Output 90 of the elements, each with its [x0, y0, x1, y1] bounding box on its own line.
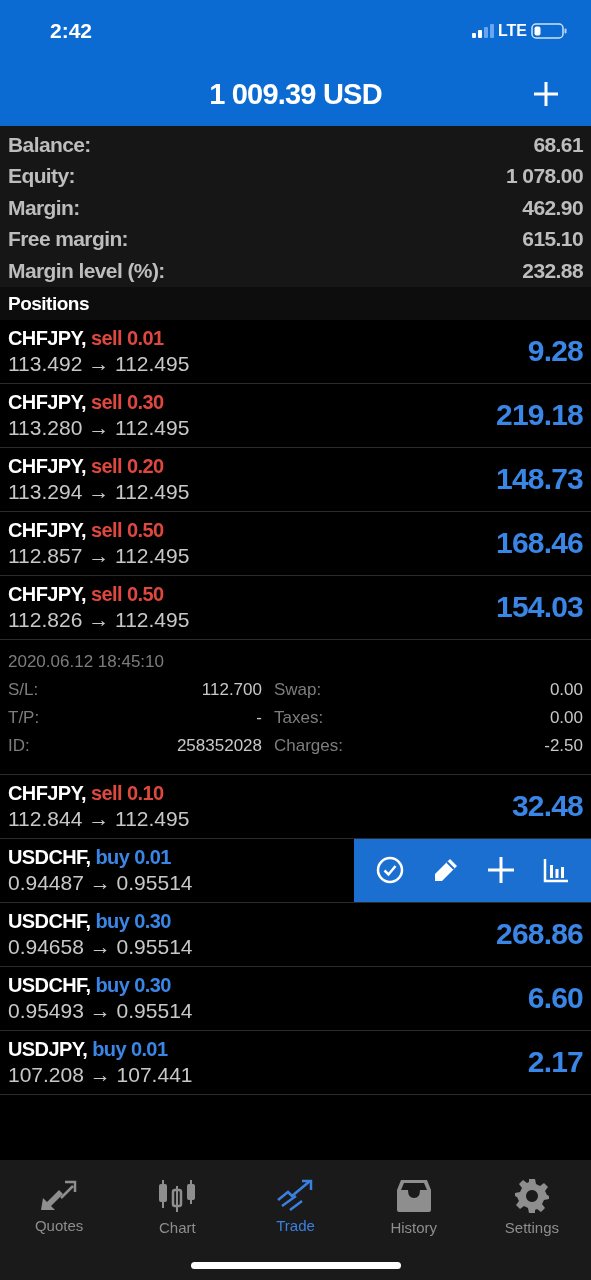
order-label: buy 0.01	[95, 845, 171, 869]
position-row[interactable]: CHFJPY, sell 0.01 113.492 → 112.495 9.28	[0, 319, 591, 384]
bar-chart-icon[interactable]	[543, 857, 570, 883]
summary-value: 68.61	[533, 132, 583, 157]
symbol-label: CHFJPY,	[8, 326, 87, 350]
order-label: sell 0.50	[91, 518, 164, 542]
detail-value: 0.00	[549, 678, 583, 701]
price-label: 113.492 → 112.495	[8, 351, 190, 376]
detail-value: 112.700	[201, 678, 262, 701]
detail-label: S/L:	[8, 678, 39, 701]
detail-value: 258352028	[176, 734, 262, 757]
settings-icon	[513, 1178, 550, 1214]
position-row[interactable]: USDCHF, buy 0.01 0.94487 → 0.95514	[0, 838, 591, 903]
price-label: 0.95493 → 0.95514	[8, 998, 193, 1023]
nav-tab[interactable]: History	[354, 1178, 473, 1236]
detail-label: Swap:	[274, 678, 322, 701]
symbol-label: CHFJPY,	[8, 454, 87, 478]
symbol-label: USDCHF,	[8, 973, 91, 997]
order-label: sell 0.30	[91, 390, 164, 414]
profit-value: 268.86	[496, 917, 583, 951]
price-label: 113.294 → 112.495	[8, 479, 190, 504]
order-label: buy 0.01	[92, 1037, 168, 1061]
summary-value: 1 078.00	[506, 164, 583, 189]
check-circle-icon[interactable]	[375, 856, 404, 884]
price-label: 112.826 → 112.495	[8, 607, 190, 632]
order-label: sell 0.10	[91, 781, 164, 805]
detail-label: ID:	[8, 734, 30, 757]
open-time: 2020.06.12 18:45:10	[8, 650, 165, 673]
summary-label: Margin:	[8, 195, 80, 220]
symbol-label: CHFJPY,	[8, 518, 87, 542]
profit-value: 219.18	[496, 398, 583, 432]
nav-tab[interactable]: Trade	[236, 1178, 355, 1236]
symbol-label: USDCHF,	[8, 909, 91, 933]
profit-value: 6.60	[527, 981, 583, 1015]
network-label: LTE	[497, 22, 527, 40]
price-label: 112.857 → 112.495	[8, 543, 190, 568]
summary-value: 232.88	[522, 258, 583, 283]
positions-heading: Positions	[0, 286, 591, 320]
balance-title: 1 009.39 USD	[209, 77, 382, 111]
profit-value: 168.46	[496, 526, 583, 560]
detail-value: -	[256, 706, 262, 729]
status-time: 2:42	[50, 19, 93, 43]
detail-label: Charges:	[274, 734, 343, 757]
add-icon[interactable]	[532, 80, 560, 108]
symbol-label: USDCHF,	[8, 845, 91, 869]
profit-value: 32.48	[511, 789, 583, 823]
order-label: sell 0.50	[91, 582, 164, 606]
symbol-label: CHFJPY,	[8, 781, 87, 805]
position-row[interactable]: USDCHF, buy 0.30 0.95493 → 0.95514 6.60	[0, 966, 591, 1031]
order-label: sell 0.20	[91, 454, 164, 478]
position-row[interactable]: CHFJPY, sell 0.20 113.294 → 112.495 148.73	[0, 447, 591, 512]
price-label: 113.280 → 112.495	[8, 415, 190, 440]
candlestick-icon	[157, 1178, 198, 1214]
summary-label: Free margin:	[8, 227, 128, 252]
battery-icon	[531, 23, 567, 39]
detail-label: T/P:	[8, 706, 40, 729]
symbol-label: CHFJPY,	[8, 582, 87, 606]
detail-value: -2.50	[544, 734, 583, 757]
price-label: 107.208 → 107.441	[8, 1062, 193, 1087]
summary-label: Margin level (%):	[8, 258, 165, 283]
inbox-icon	[394, 1178, 433, 1214]
summary-label: Equity:	[8, 164, 75, 189]
position-row[interactable]: CHFJPY, sell 0.50 112.826 → 112.495 154.03	[0, 575, 591, 640]
order-label: buy 0.30	[95, 909, 171, 933]
detail-value: 0.00	[549, 706, 583, 729]
nav-tab[interactable]: Quotes	[0, 1178, 119, 1236]
price-label: 0.94658 → 0.95514	[8, 934, 193, 959]
price-label: 0.94487 → 0.95514	[8, 870, 193, 895]
price-label: 112.844 → 112.495	[8, 806, 190, 831]
summary-label: Balance:	[8, 132, 91, 157]
order-label: sell 0.01	[91, 326, 164, 350]
summary-value: 462.90	[522, 195, 583, 220]
position-row[interactable]: CHFJPY, sell 0.10 112.844 → 112.495 32.48	[0, 774, 591, 839]
summary-value: 615.10	[522, 227, 583, 252]
order-label: buy 0.30	[95, 973, 171, 997]
nav-tab[interactable]: Settings	[472, 1178, 591, 1236]
symbol-label: USDJPY,	[8, 1037, 88, 1061]
position-row[interactable]: CHFJPY, sell 0.30 113.280 → 112.495 219.18	[0, 383, 591, 448]
profit-value: 2.17	[527, 1045, 583, 1079]
profit-value: 9.28	[527, 334, 583, 368]
position-row[interactable]: CHFJPY, sell 0.50 112.857 → 112.495 168.46	[0, 511, 591, 576]
symbol-label: CHFJPY,	[8, 390, 87, 414]
profit-value: 148.73	[496, 462, 583, 496]
position-row[interactable]: USDJPY, buy 0.01 107.208 → 107.441 2.17	[0, 1030, 591, 1095]
signal-icon	[471, 24, 494, 38]
position-row[interactable]: USDCHF, buy 0.30 0.94658 → 0.95514 268.86	[0, 902, 591, 967]
profit-value: 154.03	[496, 590, 583, 624]
detail-label: Taxes:	[274, 706, 324, 729]
nav-tab[interactable]: Chart	[118, 1178, 237, 1236]
add-icon[interactable]	[487, 856, 516, 884]
